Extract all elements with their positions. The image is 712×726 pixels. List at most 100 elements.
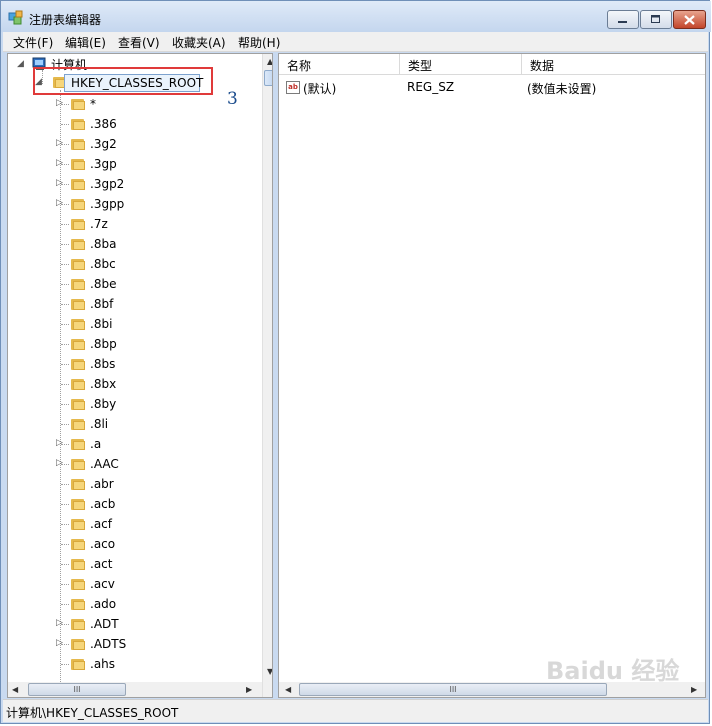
tree-horizontal-scrollbar[interactable]: ◀ III ▶ [8,682,262,697]
tree-key[interactable]: .8by [90,394,116,414]
folder-icon [71,458,85,470]
tree-key[interactable]: .ADTS [90,634,126,654]
scroll-thumb[interactable]: III [28,683,126,696]
menu-edit[interactable]: 编辑(E) [65,34,106,51]
folder-icon [71,498,85,510]
scroll-down-arrow-icon[interactable]: ▼ [267,667,272,676]
tree-key[interactable]: .7z [90,214,108,234]
scroll-thumb[interactable] [264,70,272,86]
column-header-type[interactable]: 类型 [400,54,522,75]
expand-icon[interactable]: ▷ [56,618,63,628]
tree-key[interactable]: .acv [90,574,115,594]
tree-key[interactable]: .8bp [90,334,117,354]
expand-icon[interactable]: ▷ [56,158,63,168]
tree-key[interactable]: .a [90,434,101,454]
tree-connector [61,544,69,545]
tree-key[interactable]: .8ba [90,234,116,254]
tree-key[interactable]: .8bx [90,374,116,394]
tree-key[interactable]: .acb [90,494,115,514]
tree-connector [61,104,69,105]
tree-key[interactable]: .3gpp [90,194,124,214]
expand-icon[interactable]: ▷ [56,138,63,148]
tree-connector [61,584,69,585]
tree-key[interactable]: * [90,94,96,114]
status-path: 计算机\HKEY_CLASSES_ROOT [6,706,179,720]
tree-key[interactable]: .8bf [90,294,113,314]
string-value-icon: ab [286,81,300,94]
title-bar: 注册表编辑器 [1,1,711,32]
folder-icon [71,418,85,430]
tree-connector [61,344,69,345]
folder-icon [71,158,85,170]
tree-key[interactable]: .8bc [90,254,116,274]
folder-icon [71,198,85,210]
tree-connector [61,404,69,405]
table-row[interactable]: ab (默认) REG_SZ (数值未设置) [279,76,699,96]
tree-connector [61,464,69,465]
menu-file[interactable]: 文件(F) [13,34,53,51]
folder-icon [71,638,85,650]
expand-icon[interactable]: ▷ [56,638,63,648]
values-list[interactable]: 名称 类型 数据 ab (默认) REG_SZ (数值未设置) ◀ III ▶ [278,53,706,698]
expand-icon[interactable]: ▷ [56,178,63,188]
folder-icon [71,478,85,490]
tree-key[interactable]: .abr [90,474,114,494]
expand-icon[interactable]: ▷ [56,458,63,468]
folder-icon [71,238,85,250]
tree-key[interactable]: .ado [90,594,116,614]
tree-vertical-scrollbar[interactable]: ▲ ▼ [262,54,272,697]
folder-icon [71,438,85,450]
minimize-button[interactable] [607,10,639,29]
registry-tree[interactable]: ◢ 计算机 ◢ HKEY_CLASSES_ROOT ▷ * .386 ▷ .3g2 ▷ .3… [7,53,273,698]
tree-connector [61,644,69,645]
tree-connector [61,204,69,205]
tree-key[interactable]: .AAC [90,454,119,474]
column-header-name[interactable]: 名称 [279,54,400,75]
menu-favorites[interactable]: 收藏夹(A) [172,34,226,51]
regedit-window: 注册表编辑器 文件(F) 编辑(E) 查看(V) 收藏夹(A) 帮助(H) ◢ … [0,0,711,724]
expand-icon[interactable]: ▷ [56,438,63,448]
folder-icon [71,178,85,190]
collapse-icon[interactable]: ◢ [17,59,24,69]
column-header-data[interactable]: 数据 [522,54,705,75]
scroll-left-arrow-icon[interactable]: ◀ [285,685,291,694]
tree-key[interactable]: .3g2 [90,134,117,154]
tree-key[interactable]: .aco [90,534,115,554]
value-name: (默认) [303,82,337,96]
maximize-button[interactable] [640,10,672,29]
regedit-app-icon [8,10,23,25]
scroll-right-arrow-icon[interactable]: ▶ [246,685,252,694]
folder-icon [71,558,85,570]
tree-key[interactable]: .8li [90,414,108,434]
close-button[interactable] [673,10,706,29]
tree-key[interactable]: .ahs [90,654,115,674]
tree-key[interactable]: .3gp2 [90,174,124,194]
tree-key[interactable]: .3gp [90,154,117,174]
tree-key[interactable]: .8bi [90,314,112,334]
tree-connector [61,664,69,665]
scroll-left-arrow-icon[interactable]: ◀ [12,685,18,694]
tree-connector [61,144,69,145]
tree-key[interactable]: .386 [90,114,117,134]
tree-key[interactable]: .ADT [90,614,119,634]
menu-view[interactable]: 查看(V) [118,34,160,51]
tree-connector [61,384,69,385]
expand-icon[interactable]: ▷ [56,98,63,108]
menu-help[interactable]: 帮助(H) [238,34,280,51]
tree-connector [61,184,69,185]
scroll-up-arrow-icon[interactable]: ▲ [267,57,272,66]
tree-key[interactable]: .act [90,554,112,574]
folder-icon [71,358,85,370]
tree-connector [61,364,69,365]
tree-connector [61,304,69,305]
tree-key[interactable]: .8be [90,274,116,294]
scroll-right-arrow-icon[interactable]: ▶ [691,685,697,694]
folder-icon [71,98,85,110]
tree-key[interactable]: .acf [90,514,112,534]
annotation-step-number: 3 [227,89,238,109]
tree-connector [61,484,69,485]
tree-connector [61,124,69,125]
tree-key[interactable]: .8bs [90,354,115,374]
tree-connector [61,284,69,285]
expand-icon[interactable]: ▷ [56,198,63,208]
